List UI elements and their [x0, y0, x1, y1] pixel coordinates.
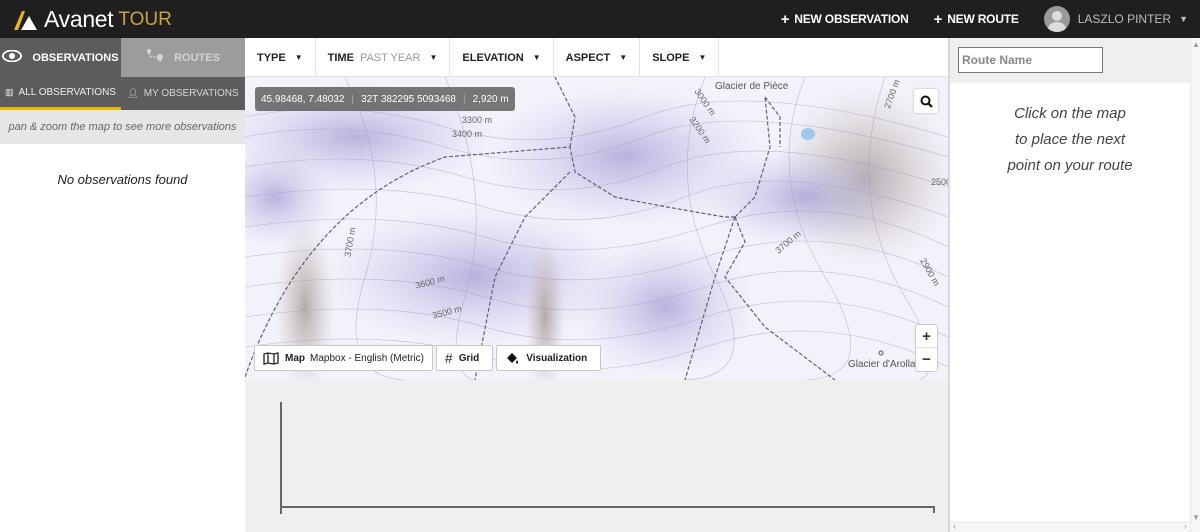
new-observation-button[interactable]: + NEW OBSERVATION — [781, 11, 909, 28]
new-route-button[interactable]: + NEW ROUTE — [934, 11, 1019, 28]
caret-down-icon: ▼ — [429, 53, 438, 62]
brand-product: TOUR — [118, 8, 172, 30]
coordinate-readout: 45.98468, 7.48032 | 32T 382295 5093468 |… — [255, 87, 515, 111]
eye-icon — [2, 49, 23, 65]
map-label-contour: 2500 — [931, 177, 948, 187]
grid-button[interactable]: # Grid — [435, 345, 494, 371]
map-icon — [263, 351, 279, 365]
avanet-logo-icon — [14, 10, 37, 30]
vertical-scrollbar[interactable]: ▲ ▼ — [1190, 38, 1200, 532]
latlng-value: 45.98468, 7.48032 — [261, 93, 345, 105]
caret-down-icon: ▼ — [532, 53, 541, 62]
map-label-contour: 3400 m — [452, 129, 483, 139]
map-label-contour: 3300 m — [462, 115, 493, 125]
user-name: LASZLO PINTER — [1077, 12, 1172, 26]
user-menu[interactable]: LASZLO PINTER ▼ — [1043, 6, 1188, 32]
scroll-up-icon[interactable]: ▲ — [1192, 40, 1200, 49]
route-name-input[interactable] — [958, 47, 1103, 73]
profile-x-tick — [933, 506, 935, 513]
filter-bar: TYPE ▼ TIME PAST YEAR ▼ ELEVATION ▼ ASPECT ▼ … — [245, 38, 948, 77]
elevation-profile — [245, 380, 948, 532]
caret-down-icon: ▼ — [619, 53, 628, 62]
logo[interactable]: Avanet TOUR — [12, 6, 172, 33]
zoom-in-button[interactable]: + — [916, 325, 937, 348]
map-label-glacier-arolla: Glacier d'Arolla — [848, 359, 916, 370]
map-canvas[interactable]: Glacier de Pièce Glacier d'Arolla 3300 m… — [245, 77, 948, 380]
search-icon — [920, 95, 933, 108]
map-hint: pan & zoom the map to see more observati… — [0, 110, 245, 144]
scroll-right-icon[interactable]: › — [1184, 521, 1187, 531]
map-tools: Map Mapbox - English (Metric) # Grid Vis… — [254, 345, 604, 371]
top-bar: Avanet TOUR + NEW OBSERVATION + NEW ROUT… — [0, 0, 1200, 38]
filter-time[interactable]: TIME PAST YEAR ▼ — [316, 38, 451, 77]
avatar — [1043, 6, 1070, 32]
map-label-glacier-piece: Glacier de Pièce — [715, 81, 789, 92]
plus-icon: + — [933, 10, 943, 28]
subtab-all-observations[interactable]: ▥ ALL OBSERVATIONS — [0, 77, 121, 110]
sidebar: OBSERVATIONS ROUTES ▥ ALL OBSERVATIONS 👤… — [0, 38, 245, 532]
filter-aspect[interactable]: ASPECT ▼ — [554, 38, 641, 77]
brand-name: Avanet — [44, 6, 114, 32]
empty-message: No observations found — [57, 172, 188, 187]
filter-type[interactable]: TYPE ▼ — [245, 38, 316, 77]
route-instructions: Click on the map to place the next point… — [1007, 105, 1133, 174]
tab-observations[interactable]: OBSERVATIONS — [0, 38, 121, 77]
subtab-my-observations[interactable]: 👤︎ MY OBSERVATIONS — [121, 77, 245, 110]
plus-icon: + — [780, 10, 790, 28]
tab-routes[interactable]: ROUTES — [121, 38, 245, 77]
map-search-button[interactable] — [914, 89, 938, 113]
filter-slope[interactable]: SLOPE ▼ — [640, 38, 720, 77]
caret-down-icon: ▼ — [1179, 14, 1188, 24]
scroll-down-icon[interactable]: ▼ — [1192, 513, 1200, 522]
utm-value: 32T 382295 5093468 — [361, 93, 456, 105]
grid-icon: # — [444, 350, 453, 366]
route-panel: Click on the map to place the next point… — [948, 38, 1200, 532]
route-icon — [146, 48, 164, 67]
caret-down-icon: ▼ — [294, 53, 303, 62]
profile-y-axis — [280, 402, 282, 514]
map-icon: ▥ — [5, 86, 14, 97]
profile-x-axis — [280, 506, 934, 508]
zoom-out-button[interactable]: − — [916, 348, 937, 371]
elevation-value: 2,920 m — [472, 93, 509, 105]
filter-elevation[interactable]: ELEVATION ▼ — [450, 38, 554, 77]
visualization-button[interactable]: Visualization — [496, 345, 602, 371]
zoom-control: + − — [915, 324, 938, 372]
map-style-button[interactable]: Map Mapbox - English (Metric) — [254, 345, 433, 371]
horizontal-scrollbar[interactable]: ‹ › — [950, 521, 1190, 532]
paint-bucket-icon — [507, 352, 519, 364]
scroll-left-icon[interactable]: ‹ — [953, 521, 956, 531]
caret-down-icon: ▼ — [698, 53, 707, 62]
user-icon: 👤︎ — [127, 88, 139, 98]
